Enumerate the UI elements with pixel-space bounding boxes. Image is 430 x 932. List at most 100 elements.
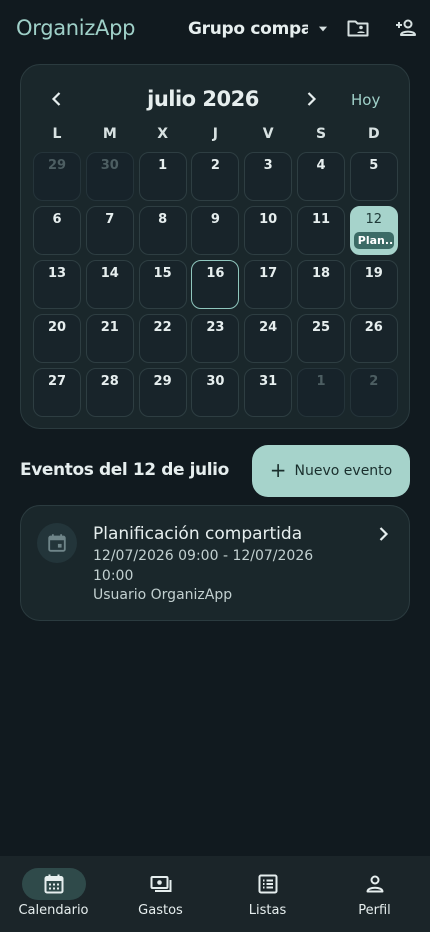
day-number: 28 bbox=[100, 374, 119, 389]
nav-item-calendario[interactable]: Calendario bbox=[0, 856, 107, 932]
day-number: 25 bbox=[311, 320, 331, 335]
folder-account-icon[interactable] bbox=[346, 16, 370, 40]
day-cell[interactable]: 25 bbox=[297, 314, 345, 363]
day-cell[interactable]: 29 bbox=[138, 368, 187, 417]
day-cell[interactable]: 30 bbox=[191, 368, 240, 417]
weekday-label: M bbox=[102, 126, 117, 142]
group-selector-label: Grupo compa... bbox=[188, 19, 308, 39]
day-cell[interactable]: 20 bbox=[33, 314, 81, 363]
day-number: 17 bbox=[259, 266, 278, 281]
month-calendar: julio 2026 Hoy LMXJVSD 29 30 1 2 3 4 5 6 7 8 9 10 11… bbox=[20, 64, 410, 429]
person-icon bbox=[366, 875, 384, 893]
day-number: 19 bbox=[364, 266, 383, 281]
day-cell[interactable]: 3 bbox=[244, 152, 293, 201]
event-title: Planificación compartida bbox=[93, 524, 303, 544]
day-number: 23 bbox=[206, 320, 225, 335]
chevron-right-icon[interactable] bbox=[299, 87, 323, 111]
weekday-label: J bbox=[212, 126, 218, 142]
day-cell: 2 bbox=[349, 368, 398, 417]
day-number: 24 bbox=[259, 320, 278, 335]
calendar-icon bbox=[48, 534, 66, 552]
day-number: 7 bbox=[105, 212, 115, 227]
today-button[interactable]: Hoy bbox=[351, 91, 380, 109]
nav-label: Listas bbox=[248, 903, 287, 918]
day-number: 8 bbox=[158, 212, 168, 227]
day-cell[interactable]: 22 bbox=[138, 314, 187, 363]
day-cell[interactable]: 31 bbox=[244, 368, 293, 417]
day-number: 22 bbox=[153, 320, 172, 335]
new-event-button[interactable]: + Nuevo evento bbox=[252, 445, 410, 497]
event-owner: Usuario OrganizApp bbox=[93, 587, 233, 603]
day-number: 6 bbox=[52, 212, 62, 227]
top-app-bar: OrganizApp Grupo compa... bbox=[0, 0, 430, 58]
day-cell[interactable]: 27 bbox=[33, 368, 81, 417]
day-cell-today[interactable]: 16 bbox=[191, 260, 240, 309]
events-section-title: Eventos del 12 de julio bbox=[20, 460, 229, 480]
day-number: 21 bbox=[100, 320, 119, 335]
calendar-icon bbox=[44, 874, 64, 894]
day-number: 9 bbox=[210, 212, 220, 227]
day-cell[interactable]: 7 bbox=[85, 206, 134, 255]
day-number: 13 bbox=[47, 266, 67, 281]
day-number: 14 bbox=[100, 266, 119, 281]
weekday-label: L bbox=[52, 126, 62, 142]
day-number: 15 bbox=[153, 266, 172, 281]
day-cell[interactable]: 24 bbox=[244, 314, 293, 363]
day-cell[interactable]: 8 bbox=[138, 206, 187, 255]
day-number: 27 bbox=[47, 374, 67, 389]
day-cell[interactable]: 26 bbox=[349, 314, 398, 363]
day-cell[interactable]: 13 bbox=[33, 260, 81, 309]
day-cell[interactable]: 18 bbox=[297, 260, 345, 309]
chevron-right-icon bbox=[379, 527, 389, 541]
weekday-label: X bbox=[157, 126, 168, 142]
day-number: 30 bbox=[100, 158, 119, 173]
weekday-label: D bbox=[367, 126, 380, 142]
day-cell[interactable]: 19 bbox=[349, 260, 398, 309]
group-selector[interactable]: Grupo compa... bbox=[188, 17, 330, 41]
day-cell[interactable]: 21 bbox=[85, 314, 134, 363]
app-title: OrganizApp bbox=[16, 16, 136, 40]
nav-label: Perfil bbox=[358, 903, 391, 918]
day-number: 18 bbox=[311, 266, 331, 281]
day-cell[interactable]: 11 bbox=[297, 206, 345, 255]
day-number: 1 bbox=[316, 374, 326, 389]
account-plus-icon[interactable] bbox=[394, 16, 418, 40]
day-cell[interactable]: 1 bbox=[138, 152, 187, 201]
day-number: 31 bbox=[259, 374, 278, 389]
month-title: julio 2026 bbox=[147, 87, 259, 111]
nav-item-perfil[interactable]: Perfil bbox=[321, 856, 428, 932]
day-number: 20 bbox=[47, 320, 67, 335]
cash-icon bbox=[150, 876, 172, 892]
day-number: 2 bbox=[210, 158, 220, 173]
day-cell[interactable]: 17 bbox=[244, 260, 293, 309]
nav-item-gastos[interactable]: Gastos bbox=[107, 856, 214, 932]
day-cell[interactable]: 28 bbox=[85, 368, 134, 417]
day-cell[interactable]: 14 bbox=[85, 260, 134, 309]
day-number: 3 bbox=[263, 158, 273, 173]
bottom-navigation: Calendario Gastos Listas Perfil bbox=[0, 856, 430, 932]
day-cell[interactable]: 2 bbox=[191, 152, 240, 201]
day-cell[interactable]: 5 bbox=[349, 152, 398, 201]
event-time-range: 12/07/2026 09:00 - 12/07/2026 10:00 bbox=[93, 548, 314, 584]
day-cell[interactable]: 15 bbox=[138, 260, 187, 309]
day-cell[interactable]: 10 bbox=[244, 206, 293, 255]
nav-item-listas[interactable]: Listas bbox=[214, 856, 321, 932]
day-cell[interactable]: 4 bbox=[297, 152, 345, 201]
day-cell-selected[interactable]: 12 Plan... bbox=[349, 206, 398, 255]
day-cell[interactable]: 9 bbox=[191, 206, 240, 255]
day-number: 2 bbox=[369, 374, 379, 389]
day-number: 11 bbox=[311, 212, 331, 227]
day-cell[interactable]: 23 bbox=[191, 314, 240, 363]
day-number: 16 bbox=[206, 266, 225, 281]
day-number: 10 bbox=[259, 212, 278, 227]
caret-down-icon bbox=[318, 26, 328, 32]
event-card[interactable]: Planificación compartida 12/07/2026 09:0… bbox=[20, 505, 410, 621]
day-cell: 1 bbox=[297, 368, 345, 417]
chevron-left-icon[interactable] bbox=[45, 87, 69, 111]
day-number: 1 bbox=[158, 158, 168, 173]
nav-label: Calendario bbox=[18, 903, 89, 918]
list-icon bbox=[258, 874, 278, 894]
day-number: 30 bbox=[206, 374, 225, 389]
day-cell[interactable]: 6 bbox=[33, 206, 81, 255]
event-chip: Plan... bbox=[353, 232, 394, 249]
